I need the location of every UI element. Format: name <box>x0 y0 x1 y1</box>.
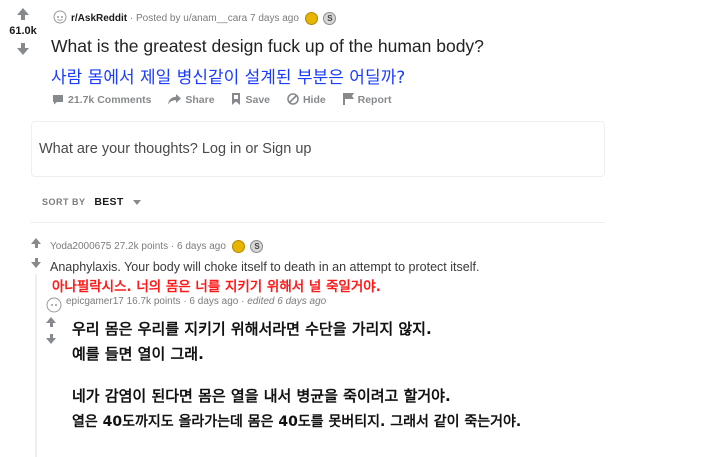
hide-button[interactable]: Hide <box>287 93 329 108</box>
posted-by: · Posted by u/anam__cara 7 days ago <box>129 13 299 25</box>
comment-2-edited: edited 6 days ago <box>247 296 327 307</box>
post-meta: r/AskReddit · Posted by u/anam__cara 7 d… <box>53 10 337 27</box>
flag-icon <box>342 93 354 108</box>
chevron-down-icon <box>132 200 141 206</box>
share-icon <box>168 93 182 108</box>
comment-2-avatar[interactable] <box>46 297 62 318</box>
sort-selector[interactable]: SORT BY BEST <box>42 196 141 208</box>
comment-2-author[interactable]: epicgamer17 <box>66 296 124 307</box>
comment-2-translation-line-4: 열은 40도까지도 올라가는데 몸은 40도를 못버티지. 그래서 같이 죽는거… <box>72 414 522 430</box>
gold-award-icon <box>304 12 318 25</box>
comment-2-translation-line-3: 네가 감염이 된다면 몸은 열을 내서 병균을 죽이려고 할거야. <box>72 387 451 405</box>
sort-value: BEST <box>94 196 124 208</box>
gold-award-icon <box>231 240 245 253</box>
comment-2-points: 16.7k points <box>126 296 181 307</box>
upvote-arrow-icon[interactable] <box>0 8 46 20</box>
save-button[interactable]: Save <box>231 93 272 108</box>
subreddit-icon <box>53 10 67 27</box>
bookmark-icon <box>231 93 241 108</box>
comment-1-age: · 6 days ago <box>170 241 226 253</box>
post-vote-column: 61.0k <box>0 8 46 55</box>
sort-label: SORT BY <box>42 197 86 207</box>
downvote-arrow-icon[interactable] <box>0 43 46 55</box>
comment-icon <box>52 94 64 108</box>
post-title-korean: 사람 몸에서 제일 병신같이 설계된 부분은 어딜까? <box>51 68 406 88</box>
post-score: 61.0k <box>9 25 37 37</box>
silver-award-icon: S <box>323 12 337 25</box>
share-button[interactable]: Share <box>168 93 217 108</box>
comment-2-upvote-icon[interactable] <box>46 317 56 327</box>
comment-1-meta: Yoda2000675 27.2k points · 6 days ago S <box>50 240 264 253</box>
comment-2-translation-line-2: 예를 들면 열이 그래. <box>72 345 204 363</box>
comment-1-translation: 아나필락시스. 너의 몸은 너를 지키기 위해서 널 죽일거야. <box>52 279 381 295</box>
subreddit-link[interactable]: r/AskReddit <box>71 13 127 24</box>
comment-1-author[interactable]: Yoda2000675 <box>50 241 111 252</box>
report-button[interactable]: Report <box>342 93 391 108</box>
comment-box[interactable]: What are your thoughts? Log in or Sign u… <box>31 121 605 177</box>
divider <box>30 222 605 223</box>
comment-box-placeholder: What are your thoughts? Log in or Sign u… <box>39 141 312 157</box>
comment-1-body: Anaphylaxis. Your body will choke itself… <box>50 260 480 274</box>
hide-icon <box>287 93 299 108</box>
post-title[interactable]: What is the greatest design fuck up of t… <box>51 36 484 57</box>
comment-2-meta: epicgamer17 16.7k points · 6 days ago · … <box>66 296 326 307</box>
comment-1-downvote-icon[interactable] <box>31 258 41 268</box>
comment-2-downvote-icon[interactable] <box>46 334 56 344</box>
comments-button[interactable]: 21.7k Comments <box>52 94 154 106</box>
post-actions: 21.7k Comments Share Save Hide Report <box>52 93 405 108</box>
comment-1-upvote-icon[interactable] <box>31 238 41 248</box>
silver-award-icon: S <box>250 240 264 253</box>
thread-line[interactable] <box>35 274 37 457</box>
comment-2-translation-line-1: 우리 몸은 우리를 지키기 위해서라면 수단을 가리지 않지. <box>72 320 432 338</box>
comment-2-age: · 6 days ago · <box>183 296 245 307</box>
comment-1-points: 27.2k points <box>114 241 169 253</box>
